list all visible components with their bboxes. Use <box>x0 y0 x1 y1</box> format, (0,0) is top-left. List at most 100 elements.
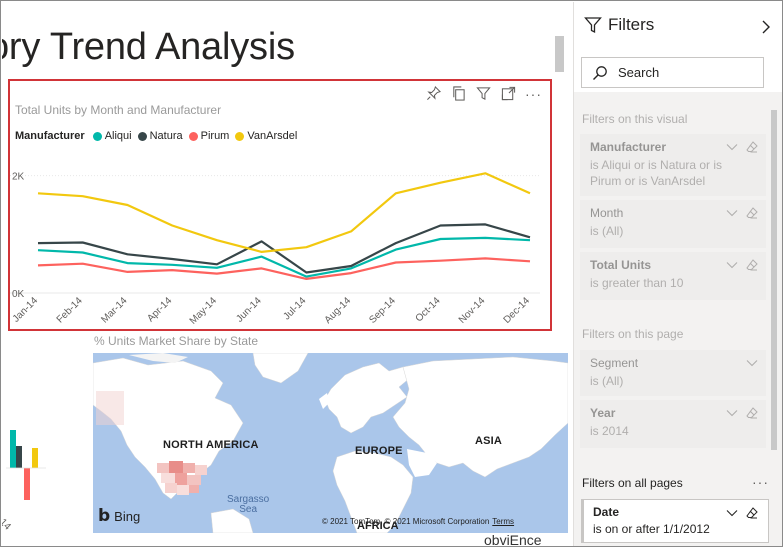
line-chart: 0K2KJan-14 Feb-14 Mar-14 Apr-14 May-14 Jun-14… <box>10 172 540 327</box>
sea-label: Sea <box>239 504 258 515</box>
eraser-icon[interactable] <box>746 141 758 153</box>
pin-icon[interactable] <box>425 85 442 102</box>
chevron-down-icon[interactable] <box>726 141 738 153</box>
legend-title: Manufacturer <box>15 130 85 142</box>
card-icons <box>726 259 758 271</box>
partial-axis-tick: c-14 <box>2 511 13 533</box>
map-copyright: © 2021 TomTom, © 2021 Microsoft Corporat… <box>322 517 514 526</box>
filter-desc: is on or after 1/1/2012 <box>593 522 710 536</box>
section-page-filters: Filters on this page <box>582 327 684 341</box>
legend-label: Natura <box>149 130 183 142</box>
bar <box>32 448 38 468</box>
legend-dot <box>188 131 198 141</box>
canvas-scrollbar[interactable] <box>555 36 564 72</box>
x-tick-label: Feb-14 <box>55 295 85 325</box>
map-visual-title: % Units Market Share by State <box>94 334 259 348</box>
card-icons <box>726 407 758 419</box>
y-tick-label: 0K <box>12 289 25 300</box>
legend-label: Pirum <box>200 130 230 142</box>
filters-title-label: Filters <box>608 15 655 34</box>
page-title: ory Trend Analysis <box>2 26 295 68</box>
card-icons <box>726 507 758 519</box>
more-options-icon[interactable]: ··· <box>752 474 769 490</box>
chevron-down-icon[interactable] <box>726 207 738 219</box>
legend-dot <box>235 131 245 141</box>
line-chart-visual[interactable]: 0K 2K Jan-14 Feb-14 Mar-14 Apr-14 May-14 Jun-14… <box>8 79 552 331</box>
map-label-asia: ASIA <box>475 435 503 447</box>
x-tick-label: Nov-14 <box>457 295 488 326</box>
bar <box>10 430 16 468</box>
filter-desc: is (All) <box>590 374 624 388</box>
legend-item-vanarsdel[interactable]: VanArsdel <box>235 130 297 142</box>
eraser-icon[interactable] <box>746 207 758 219</box>
brand-footer: obviEnce <box>484 532 542 547</box>
legend-item-natura[interactable]: Natura <box>137 130 183 142</box>
legend-item-pirum[interactable]: Pirum <box>188 130 230 142</box>
eraser-icon[interactable] <box>746 259 758 271</box>
filters-search[interactable] <box>581 57 764 88</box>
filters-scrollbar[interactable] <box>771 110 777 450</box>
visual-header: ··· <box>425 85 542 102</box>
chevron-down-icon[interactable] <box>726 259 738 271</box>
report-canvas: ory Trend Analysis 0K 2K Jan-14 Feb-14 Mar-1… <box>2 2 573 547</box>
filters-pane: Filters Filters on this visual Manufactu… <box>573 2 782 546</box>
filter-card-manufacturer[interactable]: Manufacturer is Aliqui or is Natura or i… <box>580 134 766 196</box>
collapse-chevron-icon[interactable] <box>760 20 772 34</box>
filter-desc: is 2014 <box>590 424 629 438</box>
legend-dot <box>137 131 147 141</box>
filters-header: Filters <box>574 2 782 92</box>
copy-icon[interactable] <box>450 85 467 102</box>
map-label-sargasso-sea: Sargasso Sea <box>227 495 269 515</box>
legend-dot <box>92 131 102 141</box>
x-tick-label: Apr-14 <box>145 295 174 324</box>
filter-card-segment[interactable]: Segment is (All) <box>580 350 766 396</box>
map-label-europe: EUROPE <box>355 445 403 457</box>
series-line-vanarsdel <box>37 172 531 253</box>
chevron-down-icon[interactable] <box>726 507 738 519</box>
filter-icon[interactable] <box>475 85 492 102</box>
bing-label: Bing <box>114 508 141 524</box>
section-visual-filters: Filters on this visual <box>582 112 688 126</box>
legend-label: VanArsdel <box>247 130 298 142</box>
filter-card-month[interactable]: Month is (All) <box>580 200 766 248</box>
filter-desc: is greater than 10 <box>590 276 684 290</box>
legend-label: Aliqui <box>104 130 132 142</box>
chevron-down-icon[interactable] <box>746 357 758 369</box>
x-tick-label: May-14 <box>188 295 220 327</box>
visual-title: Total Units by Month and Manufacturer <box>15 103 222 117</box>
search-icon <box>593 65 607 80</box>
x-tick-label: Aug-14 <box>323 295 354 326</box>
card-icons <box>746 357 758 369</box>
filter-card-total-units[interactable]: Total Units is greater than 10 <box>580 252 766 300</box>
terms-link[interactable]: Terms <box>492 517 514 526</box>
x-tick-label: Dec-14 <box>502 295 533 326</box>
report-window: ory Trend Analysis 0K 2K Jan-14 Feb-14 Mar-1… <box>0 0 783 547</box>
series-line-pirum <box>37 257 531 280</box>
filter-card-date[interactable]: Date is on or after 1/1/2012 <box>581 499 769 543</box>
copyright-text: © 2021 TomTom, © 2021 Microsoft Corporat… <box>322 517 490 526</box>
card-icons <box>726 207 758 219</box>
y-tick-label: 2K <box>12 172 25 183</box>
chevron-down-icon[interactable] <box>726 407 738 419</box>
map-label-north-america: NORTH AMERICA <box>163 439 259 451</box>
filters-title: Filters <box>584 15 654 35</box>
filter-desc: is Aliqui or is Natura or is Pirum or is… <box>590 158 723 188</box>
legend-item-aliqui[interactable]: Aliqui <box>92 130 132 142</box>
search-input[interactable] <box>618 65 748 80</box>
focus-mode-icon[interactable] <box>500 85 517 102</box>
chart-legend: Manufacturer Aliqui Natura Pirum VanArsd… <box>15 130 303 142</box>
eraser-icon[interactable] <box>746 507 758 519</box>
partial-bar-chart <box>6 430 46 500</box>
more-options-icon[interactable]: ··· <box>525 85 542 102</box>
x-tick-label: Mar-14 <box>99 295 129 325</box>
x-tick-label: Sep-14 <box>367 295 398 326</box>
filter-card-year[interactable]: Year is 2014 <box>580 400 766 448</box>
x-tick-label: Jun-14 <box>234 295 264 325</box>
section-all-pages-filters: Filters on all pages <box>582 476 683 490</box>
bing-logo: b Bing <box>98 506 140 526</box>
eraser-icon[interactable] <box>746 407 758 419</box>
filter-desc: is (All) <box>590 224 624 238</box>
filters-list: Filters on this visual Manufacturer is A… <box>574 94 770 469</box>
map-visual[interactable]: NORTH AMERICA EUROPE ASIA Sargasso Sea b… <box>93 353 568 533</box>
x-tick-label: Oct-14 <box>414 295 443 324</box>
